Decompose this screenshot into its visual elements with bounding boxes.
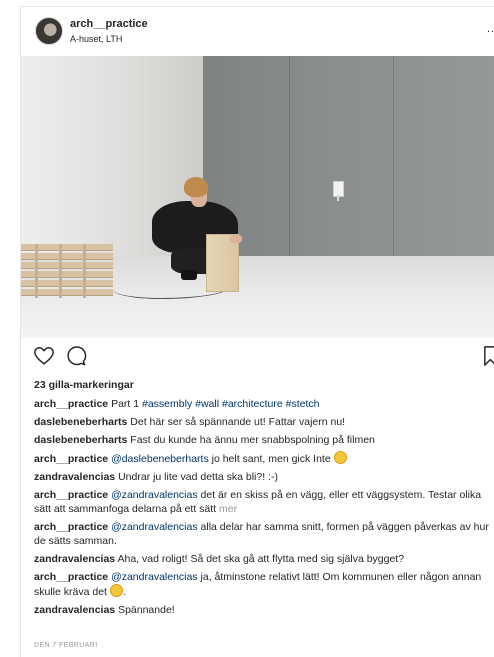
photo-outlet-leg — [337, 195, 339, 201]
photo-wall-right — [203, 56, 494, 258]
comment-username[interactable]: daslebeneberharts — [34, 434, 127, 446]
hashtag-link[interactable]: #stetch — [286, 398, 320, 410]
comment-text: Part 1 — [111, 398, 140, 410]
comment-item: daslebeneberharts Fast du kunde ha ännu … — [34, 433, 494, 447]
comment-item: daslebeneberharts Det här ser så spännan… — [34, 415, 494, 429]
comments-list: arch__practice Part 1 #assembly #wall #a… — [34, 397, 494, 621]
bookmark-icon[interactable] — [483, 345, 494, 367]
post-photo[interactable] — [21, 56, 494, 338]
photo-wall-seam — [289, 56, 290, 258]
comment-text: Undrar ju lite vad detta ska bli?! :-) — [118, 471, 278, 483]
comment-username[interactable]: daslebeneberharts — [34, 416, 127, 428]
comment-item: arch__practice @zandravalencias alla del… — [34, 520, 494, 548]
mention-link[interactable]: @zandravalencias — [111, 521, 198, 533]
heart-icon[interactable] — [33, 345, 55, 367]
grin-emoji-icon — [109, 584, 123, 597]
action-bar — [21, 345, 494, 371]
photo-person-hand — [230, 234, 242, 244]
mention-link[interactable]: @daslebeneberharts — [111, 453, 209, 465]
comment-username[interactable]: arch__practice — [34, 398, 108, 410]
comment-username[interactable]: zandravalencias — [34, 553, 115, 565]
comment-icon[interactable] — [65, 345, 87, 367]
instagram-post: arch__practice A-huset, LTH ... — [20, 6, 494, 657]
hashtag-link[interactable]: #architecture — [222, 398, 283, 410]
likes-count[interactable]: 23 gilla-markeringar — [34, 379, 134, 391]
photo-shoe — [181, 270, 197, 280]
comment-username[interactable]: arch__practice — [34, 521, 108, 533]
comment-username[interactable]: arch__practice — [34, 489, 108, 501]
grimace-emoji-icon — [333, 451, 347, 464]
post-location[interactable]: A-huset, LTH — [70, 34, 122, 44]
comment-suffix: . — [122, 586, 126, 598]
comment-item: arch__practice @daslebeneberharts jo hel… — [34, 451, 494, 466]
post-username[interactable]: arch__practice — [70, 18, 148, 30]
comment-username[interactable]: arch__practice — [34, 453, 108, 465]
comment-item: zandravalencias Aha, vad roligt! Så det … — [34, 552, 494, 566]
more-link[interactable]: mer — [219, 503, 237, 515]
comment-text: Aha, vad roligt! Så det ska gå att flytt… — [117, 553, 405, 565]
hashtag-link[interactable]: #wall — [195, 398, 219, 410]
comment-item: zandravalencias Spännande! › — [34, 603, 494, 617]
comment-username[interactable]: zandravalencias — [34, 471, 115, 483]
more-options-icon[interactable]: ... — [487, 23, 494, 35]
photo-person-hair — [184, 177, 208, 197]
comment-text: Fast du kunde ha ännu mer snabbspolning … — [130, 434, 375, 446]
photo-wall-seam — [393, 56, 394, 258]
caption: arch__practice Part 1 #assembly #wall #a… — [34, 397, 494, 411]
mention-link[interactable]: @zandravalencias — [111, 489, 198, 501]
comment-item: zandravalencias Undrar ju lite vad detta… — [34, 470, 494, 484]
photo-slat — [59, 244, 62, 298]
comment-text: Spännande! — [118, 604, 175, 616]
avatar[interactable] — [35, 17, 63, 45]
hashtag-link[interactable]: #assembly — [142, 398, 192, 410]
comment-text: Det här ser så spännande ut! Fattar vaje… — [130, 416, 346, 428]
comment-username[interactable]: arch__practice — [34, 571, 108, 583]
comment-item: arch__practice @zandravalencias ja, åtmi… — [34, 570, 494, 599]
comment-username[interactable]: zandravalencias — [34, 604, 115, 616]
comment-item: arch__practice @zandravalencias det är e… — [34, 488, 494, 516]
comment-text: jo helt sant, men gick Inte — [211, 453, 331, 465]
post-header: arch__practice A-huset, LTH ... — [21, 7, 494, 55]
photo-slat — [83, 244, 86, 298]
mention-link[interactable]: @zandravalencias — [111, 571, 198, 583]
photo-slat — [35, 244, 38, 298]
